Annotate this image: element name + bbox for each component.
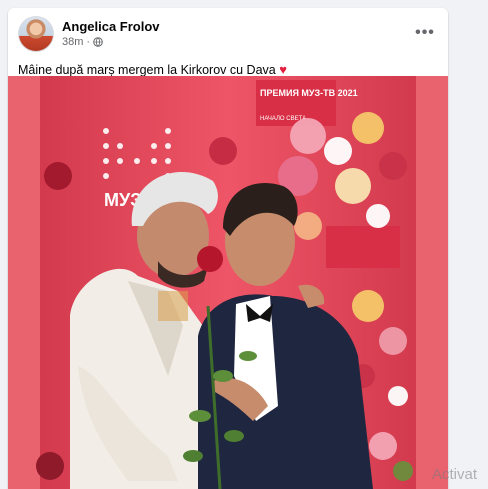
post-time[interactable]: 38m: [62, 36, 83, 48]
activate-watermark: Activat: [432, 466, 478, 483]
post-text-content: Mâine după marș mergem la Kirkorov cu Da…: [18, 63, 276, 77]
meta-dot: ·: [86, 36, 91, 48]
post-meta: 38m ·: [62, 36, 103, 48]
globe-icon[interactable]: [93, 37, 103, 47]
post-card: Angelica Frolov 38m · ••• Mâine după mar…: [8, 8, 448, 489]
more-options-icon[interactable]: •••: [414, 22, 436, 44]
post-text: Mâine după marș mergem la Kirkorov cu Da…: [18, 62, 287, 77]
heart-emoji-icon: ♥: [279, 62, 287, 77]
post-header: Angelica Frolov 38m · •••: [18, 16, 438, 52]
post-photo[interactable]: МУЗ ПРЕМИЯ МУЗ-ТВ 2021 НАЧАЛО СВЕТА: [8, 76, 448, 489]
backdrop-banner-text: ПРЕМИЯ МУЗ-ТВ 2021: [260, 88, 358, 98]
author-name[interactable]: Angelica Frolov: [62, 19, 160, 34]
author-avatar[interactable]: [18, 16, 54, 52]
